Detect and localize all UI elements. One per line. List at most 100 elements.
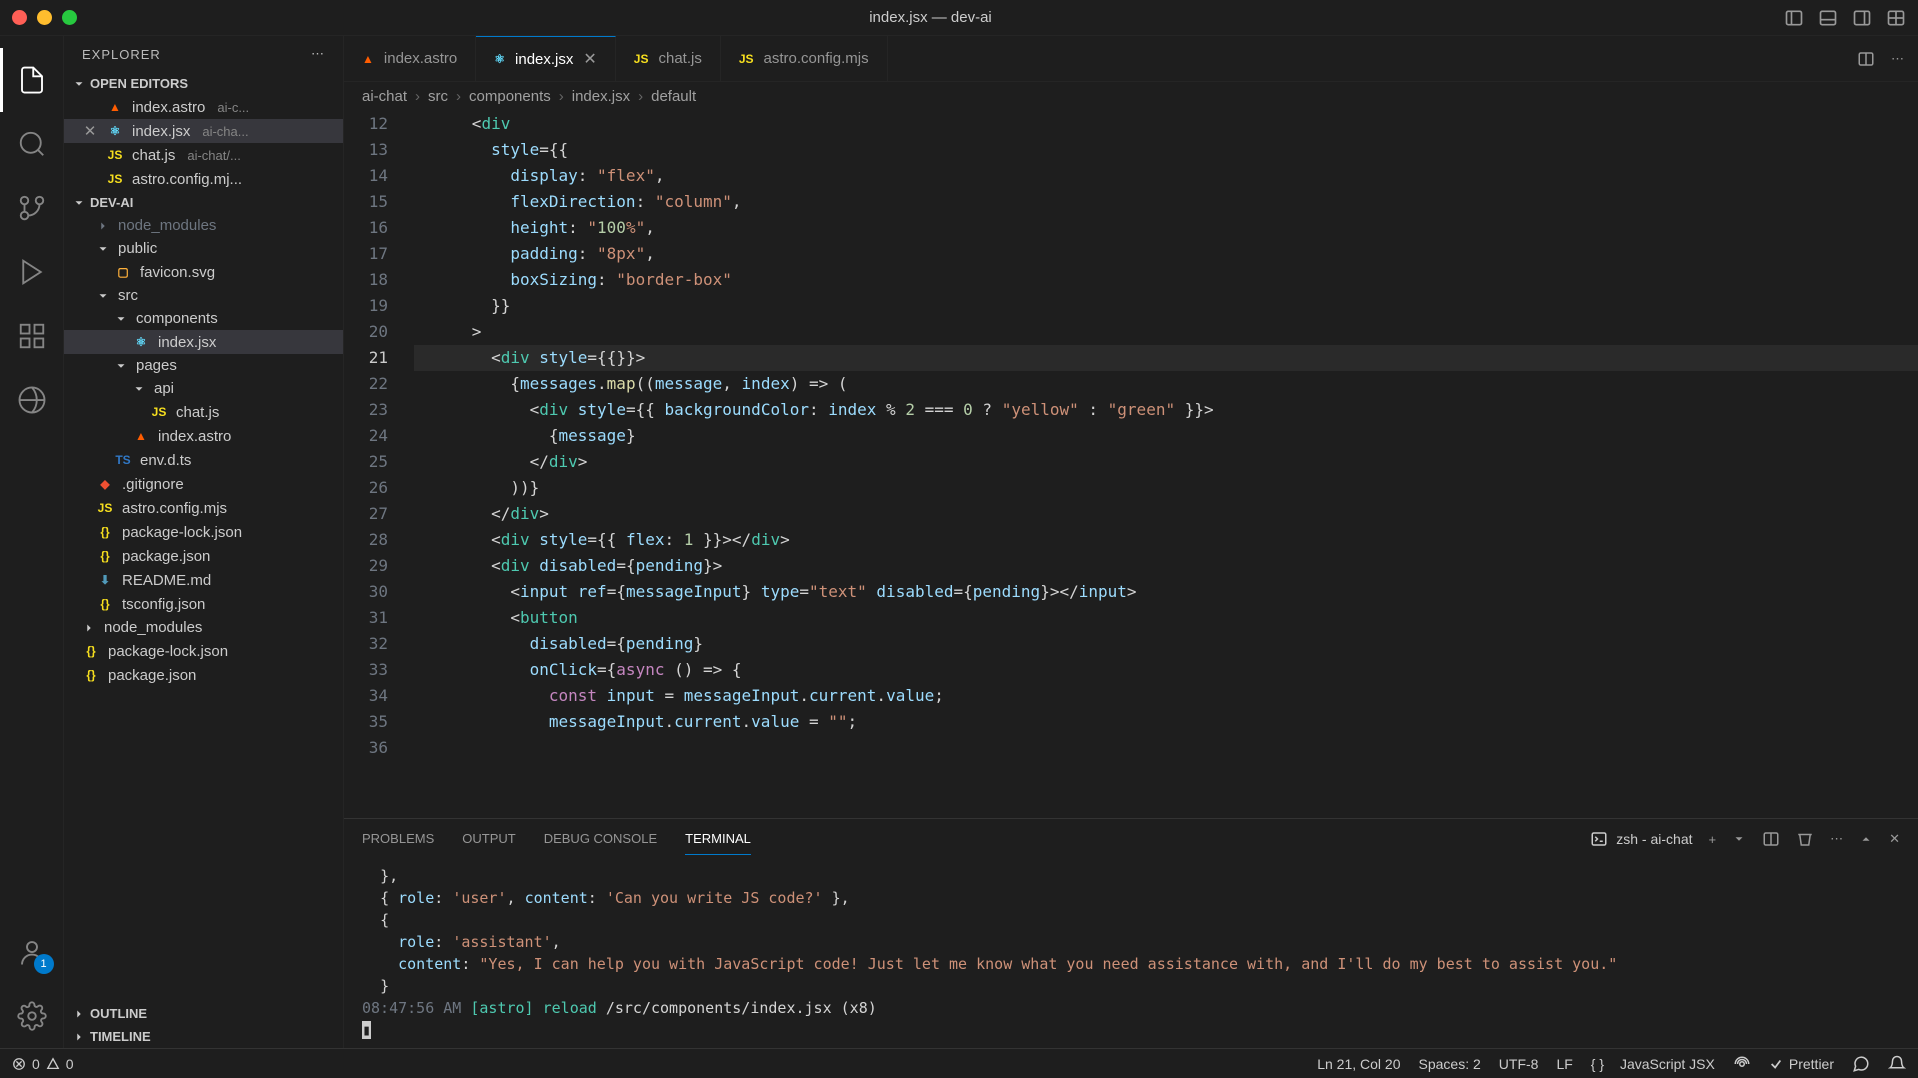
new-terminal-icon[interactable]: + bbox=[1709, 832, 1717, 847]
panel-tab[interactable]: OUTPUT bbox=[462, 823, 515, 855]
tree-item-label: index.astro bbox=[158, 428, 231, 445]
close-tab-icon[interactable]: ✕ bbox=[583, 49, 596, 69]
chevron-down-icon bbox=[72, 77, 86, 91]
panel-tab[interactable]: PROBLEMS bbox=[362, 823, 434, 855]
code-content[interactable]: <div style={{ display: "flex", flexDirec… bbox=[414, 111, 1918, 818]
tree-item[interactable]: node_modules bbox=[64, 616, 343, 639]
breadcrumb-item[interactable]: default bbox=[651, 88, 696, 105]
section-project[interactable]: DEV-AI bbox=[64, 191, 343, 214]
open-editor-item[interactable]: JSastro.config.mj... bbox=[64, 167, 343, 191]
activity-account[interactable]: 1 bbox=[0, 920, 64, 984]
editor-tab[interactable]: ▲index.astro bbox=[344, 36, 476, 81]
breadcrumb-item[interactable]: src bbox=[428, 88, 448, 105]
status-errors[interactable]: 0 0 bbox=[12, 1056, 74, 1072]
tree-item[interactable]: ⬇README.md bbox=[64, 568, 343, 592]
status-prettier[interactable]: Prettier bbox=[1769, 1056, 1834, 1072]
activity-bar: 1 bbox=[0, 36, 64, 1048]
tree-item[interactable]: api bbox=[64, 377, 343, 400]
status-cursor[interactable]: Ln 21, Col 20 bbox=[1317, 1056, 1400, 1072]
panel-tab[interactable]: DEBUG CONSOLE bbox=[544, 823, 657, 855]
titlebar: index.jsx — dev-ai bbox=[0, 0, 1918, 36]
tree-item[interactable]: JSchat.js bbox=[64, 400, 343, 424]
activity-explorer[interactable] bbox=[0, 48, 64, 112]
file-path-hint: ai-c... bbox=[217, 100, 249, 115]
code-editor[interactable]: 1213141516171819202122232425262728293031… bbox=[344, 111, 1918, 818]
breadcrumbs[interactable]: ai-chat›src›components›index.jsx›default bbox=[344, 82, 1918, 111]
chevron-right-icon bbox=[72, 1007, 86, 1021]
split-editor-icon[interactable] bbox=[1857, 50, 1875, 68]
editor-tab[interactable]: JSchat.js bbox=[616, 36, 721, 81]
tree-item[interactable]: components bbox=[64, 307, 343, 330]
terminal-dropdown-icon[interactable] bbox=[1732, 832, 1746, 846]
status-feedback-icon[interactable] bbox=[1852, 1055, 1870, 1073]
breadcrumb-item[interactable]: index.jsx bbox=[572, 88, 630, 105]
tree-item-label: index.jsx bbox=[158, 334, 216, 351]
close-panel-icon[interactable]: ✕ bbox=[1889, 831, 1900, 847]
status-spaces[interactable]: Spaces: 2 bbox=[1419, 1056, 1481, 1072]
split-terminal-icon[interactable] bbox=[1762, 830, 1780, 848]
edge-icon bbox=[17, 385, 47, 415]
tree-item[interactable]: {}package.json bbox=[64, 663, 343, 687]
activity-source-control[interactable] bbox=[0, 176, 64, 240]
tree-item[interactable]: {}package-lock.json bbox=[64, 639, 343, 663]
toggle-sidebar-left-icon[interactable] bbox=[1784, 8, 1804, 28]
activity-edge[interactable] bbox=[0, 368, 64, 432]
activity-extensions[interactable] bbox=[0, 304, 64, 368]
tree-item[interactable]: pages bbox=[64, 354, 343, 377]
close-window-button[interactable] bbox=[12, 10, 27, 25]
section-outline[interactable]: OUTLINE bbox=[64, 1002, 343, 1025]
section-timeline[interactable]: TIMELINE bbox=[64, 1025, 343, 1048]
tree-item[interactable]: ⚛index.jsx bbox=[64, 330, 343, 354]
tree-item[interactable]: public bbox=[64, 237, 343, 260]
files-icon bbox=[17, 65, 47, 95]
tree-item-label: package-lock.json bbox=[108, 643, 228, 660]
open-editor-item[interactable]: JSchat.jsai-chat/... bbox=[64, 143, 343, 167]
status-bell-icon[interactable] bbox=[1888, 1055, 1906, 1073]
maximize-panel-icon[interactable] bbox=[1859, 832, 1873, 846]
activity-debug[interactable] bbox=[0, 240, 64, 304]
tree-item[interactable]: src bbox=[64, 284, 343, 307]
breadcrumb-item[interactable]: components bbox=[469, 88, 551, 105]
tree-item[interactable]: node_modules bbox=[64, 214, 343, 237]
section-open-editors[interactable]: OPEN EDITORS bbox=[64, 72, 343, 95]
maximize-window-button[interactable] bbox=[62, 10, 77, 25]
file-name: astro.config.mj... bbox=[132, 171, 242, 188]
tree-item[interactable]: {}package-lock.json bbox=[64, 520, 343, 544]
editor-tab[interactable]: ⚛index.jsx✕ bbox=[476, 36, 616, 81]
status-encoding[interactable]: UTF-8 bbox=[1499, 1056, 1539, 1072]
tree-item[interactable]: {}tsconfig.json bbox=[64, 592, 343, 616]
panel-more-icon[interactable]: ⋯ bbox=[1830, 831, 1843, 847]
close-editor-icon[interactable]: ✕ bbox=[82, 122, 98, 140]
terminal-output[interactable]: }, { role: 'user', content: 'Can you wri… bbox=[344, 859, 1918, 1048]
tree-item-label: package.json bbox=[122, 548, 210, 565]
terminal-selector[interactable]: zsh - ai-chat bbox=[1590, 830, 1692, 848]
status-eol[interactable]: LF bbox=[1556, 1056, 1572, 1072]
panel: PROBLEMS OUTPUT DEBUG CONSOLE TERMINAL zsh … bbox=[344, 818, 1918, 1048]
open-editor-item[interactable]: ✕⚛index.jsxai-cha... bbox=[64, 119, 343, 143]
tree-item[interactable]: JSastro.config.mjs bbox=[64, 496, 343, 520]
editor-tab[interactable]: JSastro.config.mjs bbox=[721, 36, 888, 81]
tree-item[interactable]: ▢favicon.svg bbox=[64, 260, 343, 284]
tree-item[interactable]: ▲index.astro bbox=[64, 424, 343, 448]
file-path-hint: ai-cha... bbox=[202, 124, 248, 139]
tree-item[interactable]: {}package.json bbox=[64, 544, 343, 568]
layout-grid-icon[interactable] bbox=[1886, 8, 1906, 28]
toggle-sidebar-right-icon[interactable] bbox=[1852, 8, 1872, 28]
open-editor-item[interactable]: ▲index.astroai-c... bbox=[64, 95, 343, 119]
minimize-window-button[interactable] bbox=[37, 10, 52, 25]
tree-item[interactable]: ◆.gitignore bbox=[64, 472, 343, 496]
tree-item-label: node_modules bbox=[104, 619, 202, 636]
activity-search[interactable] bbox=[0, 112, 64, 176]
more-actions-icon[interactable]: ⋯ bbox=[1891, 51, 1904, 67]
breadcrumb-item[interactable]: ai-chat bbox=[362, 88, 407, 105]
panel-tab[interactable]: TERMINAL bbox=[685, 823, 751, 855]
status-live-icon[interactable] bbox=[1733, 1055, 1751, 1073]
sidebar-more-icon[interactable]: ⋯ bbox=[311, 46, 325, 62]
activity-settings[interactable] bbox=[0, 984, 64, 1048]
tree-item[interactable]: TSenv.d.ts bbox=[64, 448, 343, 472]
check-icon bbox=[1769, 1057, 1783, 1071]
tree-item-label: node_modules bbox=[118, 217, 216, 234]
status-language[interactable]: { } JavaScript JSX bbox=[1591, 1056, 1715, 1072]
toggle-panel-icon[interactable] bbox=[1818, 8, 1838, 28]
trash-icon[interactable] bbox=[1796, 830, 1814, 848]
